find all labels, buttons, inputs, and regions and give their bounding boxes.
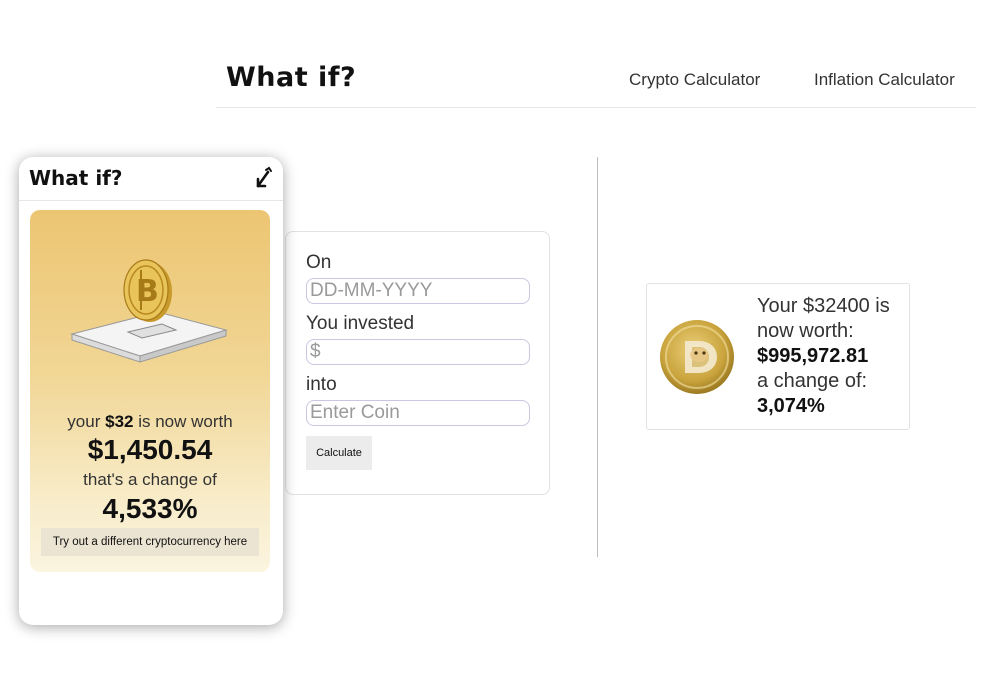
brand-title[interactable]: What if? — [226, 62, 356, 93]
collapse-arrow-icon[interactable] — [253, 165, 275, 189]
calculate-button[interactable]: Calculate — [306, 436, 372, 470]
result-card: Your $32400 is now worth: $995,972.81 a … — [646, 283, 910, 430]
promo-worth-suffix: is now worth — [138, 412, 233, 431]
promo-amount: $1,450.54 — [87, 434, 213, 465]
amount-label: You invested — [306, 313, 415, 334]
top-nav: What if? Crypto Calculator Inflation Cal… — [216, 58, 976, 108]
mobile-title: What if? — [29, 166, 123, 190]
mobile-preview: What if? B your $32 is now worth $1,450.… — [19, 157, 283, 625]
result-intro: Your $32400 is now worth: — [757, 295, 890, 342]
nav-link-crypto-calculator[interactable]: Crypto Calculator — [629, 70, 760, 90]
calculator-form: On You invested into Calculate — [285, 231, 550, 495]
svg-text:B: B — [136, 274, 159, 309]
amount-input[interactable] — [306, 339, 530, 365]
result-worth: $995,972.81 — [757, 345, 869, 367]
try-different-crypto-button[interactable]: Try out a different cryptocurrency here — [41, 528, 259, 556]
result-change: 3,074% — [757, 395, 825, 417]
date-input[interactable] — [306, 278, 530, 304]
promo-change: 4,533% — [102, 493, 198, 524]
date-label: On — [306, 252, 332, 273]
promo-worth-prefix: your — [67, 412, 101, 431]
nav-link-inflation-calculator[interactable]: Inflation Calculator — [814, 70, 955, 90]
dogecoin-icon — [660, 320, 734, 394]
promo-worth-line: your $32 is now worth — [30, 412, 270, 432]
promo-card: B your $32 is now worth $1,450.54 that's… — [30, 210, 270, 572]
coin-input[interactable] — [306, 400, 530, 426]
mobile-header: What if? — [19, 157, 283, 201]
coin-label: into — [306, 374, 337, 395]
promo-change-label: that's a change of — [83, 470, 217, 489]
promo-invested-amount: $32 — [105, 412, 134, 431]
vertical-divider — [597, 157, 598, 557]
bitcoin-piggy-icon: B — [70, 259, 228, 363]
result-change-label: a change of: — [757, 370, 868, 392]
result-summary: Your $32400 is now worth: $995,972.81 a … — [757, 294, 907, 419]
